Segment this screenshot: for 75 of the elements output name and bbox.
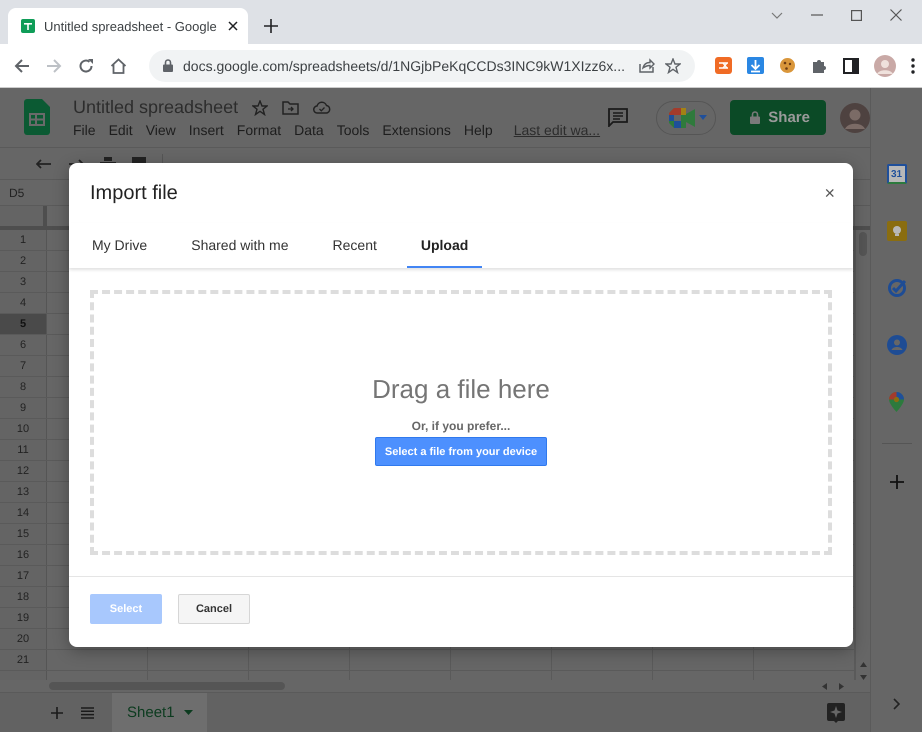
chevron-right-icon[interactable] [893,698,900,710]
calendar-icon[interactable]: 31 [886,164,906,184]
lock-icon [163,59,173,72]
maximize-icon[interactable] [851,10,862,20]
menu-item[interactable]: Edit [108,122,133,138]
caret-icon [699,115,708,120]
document-title[interactable]: Untitled spreadsheet [73,97,238,118]
meet-button[interactable] [656,100,716,135]
sheets-logo-icon[interactable] [24,98,50,135]
folder-icon[interactable] [282,100,300,115]
menu-item[interactable]: Tools [336,122,370,138]
forward-arrow-icon[interactable] [46,58,62,74]
menu-item[interactable]: Help [464,122,493,138]
comment-icon[interactable] [608,108,628,128]
menu-item[interactable]: Data [294,122,324,138]
dialog-tab[interactable]: Shared with me [177,223,303,268]
address-bar[interactable]: docs.google.com/spreadsheets/d/1NGjbPeKqCCDs3INC9kW1XIzz6x... [149,50,695,82]
scroll-left-icon[interactable] [822,682,827,690]
menu-item[interactable]: Insert [188,122,224,138]
new-tab-icon[interactable] [264,19,278,33]
star-icon[interactable] [665,58,681,74]
lock-icon [750,111,760,124]
chevron-down-icon[interactable] [771,12,783,18]
scroll-right-icon[interactable] [839,682,844,690]
avatar-icon[interactable] [840,102,870,133]
share-icon[interactable] [639,58,655,73]
add-icon[interactable] [890,475,904,489]
video-camera-icon [669,108,696,128]
task-check-icon[interactable] [886,278,906,298]
menu-item[interactable]: File [73,122,96,138]
download-icon[interactable] [747,57,764,74]
dialog-title: Import file [90,182,178,204]
add-sheet-icon[interactable] [51,706,63,718]
tab-title: Untitled spreadsheet - Google [44,18,218,34]
last-edit-link[interactable]: Last edit wa... [514,122,600,138]
extension-icon[interactable] [715,57,732,74]
url-text: docs.google.com/spreadsheets/d/1NGjbPeKqCCDs3INC9kW1XIzz6x... [183,58,626,74]
list-icon[interactable] [81,706,94,718]
explore-icon[interactable] [827,702,845,722]
cloud-icon[interactable] [313,101,332,114]
scroll-down-icon[interactable] [860,675,866,680]
menu-item[interactable]: View [146,122,176,138]
dialog-tab[interactable]: Recent [318,223,391,268]
side-panel-icon[interactable] [843,58,859,74]
more-vertical-icon[interactable] [911,58,915,74]
map-pin-icon[interactable] [889,392,904,412]
close-icon[interactable] [228,21,238,31]
reload-icon[interactable] [78,58,94,74]
drop-zone[interactable]: Drag a file here Or, if you prefer... Select a file from your device [90,290,832,555]
share-button[interactable]: Share [730,100,826,136]
puzzle-icon[interactable] [811,57,828,74]
home-icon[interactable] [110,58,127,74]
sheet-tab[interactable]: Sheet1 [112,692,207,732]
select-file-button[interactable]: Select a file from your device [374,437,548,466]
close-button[interactable]: × [820,182,839,204]
scroll-up-icon[interactable] [860,662,866,667]
cookie-icon[interactable] [779,57,796,74]
cancel-button[interactable]: Cancel [178,594,250,624]
bulb-icon[interactable] [886,221,906,241]
avatar-icon[interactable] [874,54,896,76]
menu-item[interactable]: Extensions [382,122,451,138]
drop-title: Drag a file here [372,374,550,405]
name-box[interactable]: D5 [0,186,47,200]
sheets-favicon-icon [20,18,36,34]
drop-hint: Or, if you prefer... [412,419,510,433]
dialog-tab[interactable]: Upload [406,223,482,268]
back-arrow-icon[interactable] [14,58,30,74]
menu-item[interactable]: Format [236,122,282,138]
minimize-icon[interactable] [811,14,823,16]
browser-tab[interactable]: Untitled spreadsheet - Google [8,8,248,44]
dialog-tab[interactable]: My Drive [78,223,162,268]
undo-icon[interactable] [36,158,52,169]
star-icon[interactable] [252,100,268,116]
row-header[interactable]: 5 [0,314,47,334]
caret-icon[interactable] [184,710,193,715]
